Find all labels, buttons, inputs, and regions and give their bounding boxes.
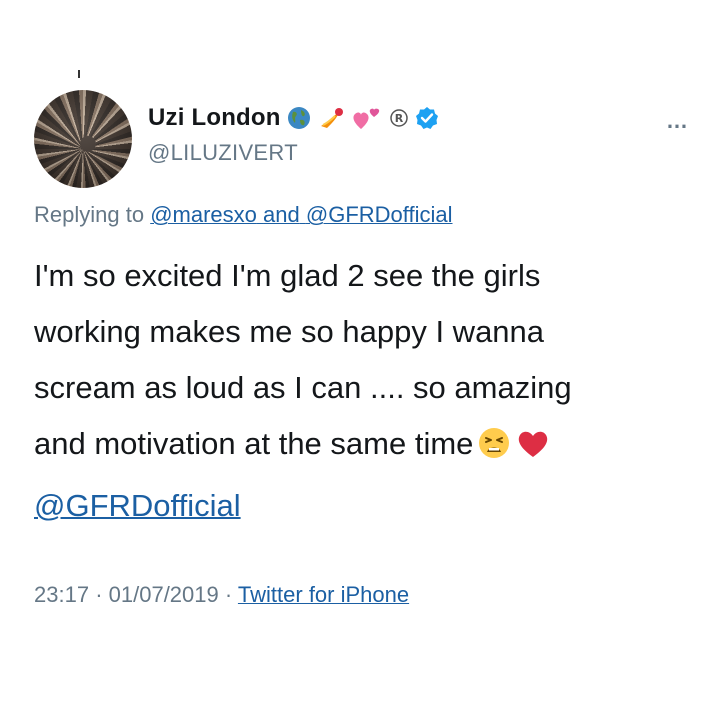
avatar[interactable]	[34, 90, 132, 188]
tweet-time: 23:17	[34, 582, 90, 607]
meta-separator-2: ·	[224, 582, 233, 607]
svg-text:R: R	[394, 112, 403, 125]
tweet-text: I'm so excited I'm glad 2 see the girls …	[34, 248, 704, 534]
replying-to-prefix: Replying to	[34, 202, 145, 227]
globe-icon	[287, 106, 311, 130]
name-row: Uzi London R	[148, 104, 439, 132]
reply-mention-maresxo[interactable]: @maresxo	[150, 202, 257, 227]
reply-mention-group[interactable]: @maresxo and @GFRDofficial	[150, 202, 452, 227]
replying-to-line: Replying to @maresxo and @GFRDofficial	[34, 202, 453, 228]
tweet-line-5: @GFRDofficial	[34, 478, 704, 534]
reply-connector: and	[263, 202, 300, 227]
fire-icon	[317, 106, 345, 130]
scroll-tick	[78, 70, 80, 78]
tweet-meta: 23:17 · 01/07/2019 · Twitter for iPhone	[34, 582, 409, 608]
red-heart-icon	[515, 422, 551, 478]
meta-separator-1: ·	[95, 582, 103, 607]
hearts-icon	[351, 105, 383, 131]
tweet-line-1: I'm so excited I'm glad 2 see the girls	[34, 258, 541, 293]
verified-badge-icon	[415, 106, 439, 130]
tweet-line-4-text: and motivation at the same time	[34, 426, 474, 461]
tweet-source-link[interactable]: Twitter for iPhone	[238, 582, 409, 607]
tired-face-icon	[477, 422, 511, 478]
tweet-line-3: scream as loud as I can .... so amazing	[34, 370, 572, 405]
tweet-date: 01/07/2019	[108, 582, 219, 607]
registered-icon: R	[389, 108, 409, 128]
reply-mention-gfrdofficial[interactable]: @GFRDofficial	[306, 202, 453, 227]
tweet-line-2: working makes me so happy I wanna	[34, 314, 545, 349]
user-handle[interactable]: @LILUZIVERT	[148, 140, 298, 166]
tweet-mention-gfrdofficial[interactable]: @GFRDofficial	[34, 488, 241, 523]
avatar-shade	[34, 90, 132, 188]
tweet-card: Uzi London R @LILUZIVERT … Replying to @…	[0, 0, 720, 720]
tweet-line-4: and motivation at the same time	[34, 416, 704, 478]
display-name[interactable]: Uzi London	[148, 104, 281, 132]
more-options-icon[interactable]: …	[666, 108, 689, 134]
